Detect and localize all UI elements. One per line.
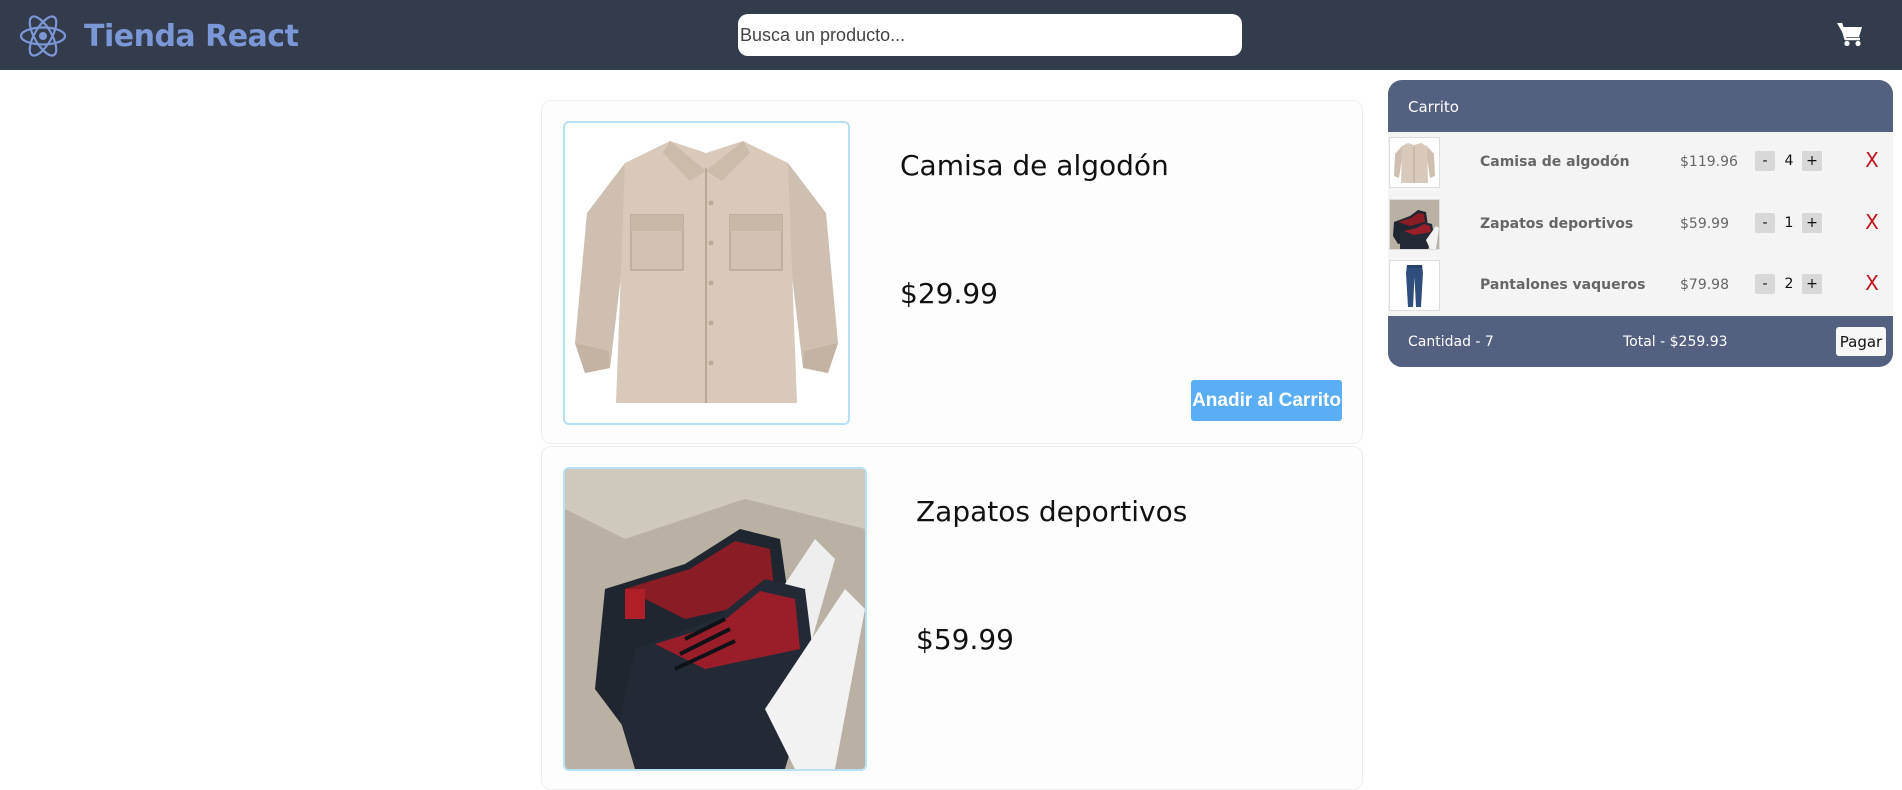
product-card: Camisa de algodón $29.99 Anadir al Carri… <box>541 100 1363 444</box>
increase-quantity-button[interactable]: + <box>1802 151 1822 171</box>
cart-item-quantity: 4 <box>1784 153 1794 169</box>
product-price: $59.99 <box>916 623 1014 656</box>
cart-header: Carrito <box>1388 80 1893 132</box>
remove-item-button[interactable]: X <box>1861 271 1883 295</box>
product-name: Zapatos deportivos <box>916 495 1188 528</box>
cart-item-quantity: 2 <box>1784 276 1794 292</box>
cart-item-row: Zapatos deportivos $59.99 - 1 + X <box>1388 194 1893 256</box>
decrease-quantity-button[interactable]: - <box>1755 274 1775 294</box>
product-image-sneakers <box>563 467 867 771</box>
cart-footer: Cantidad - 7 Total - $259.93 Pagar <box>1388 316 1893 367</box>
cart-item-name: Camisa de algodón <box>1480 154 1630 170</box>
product-name: Camisa de algodón <box>900 149 1169 182</box>
remove-item-button[interactable]: X <box>1861 210 1883 234</box>
react-atom-icon <box>19 15 67 57</box>
remove-item-button[interactable]: X <box>1861 148 1883 172</box>
brand[interactable]: Tienda React <box>18 14 299 58</box>
cart-item-row: Camisa de algodón $119.96 - 4 + X <box>1388 132 1893 194</box>
cart-item-price: $119.96 <box>1680 154 1738 170</box>
cart-item-price: $59.99 <box>1680 216 1729 232</box>
cart-item-thumbnail <box>1389 260 1440 311</box>
pay-button[interactable]: Pagar <box>1836 327 1886 356</box>
cart-item-price: $79.98 <box>1680 277 1729 293</box>
product-image-shirt <box>563 121 850 425</box>
increase-quantity-button[interactable]: + <box>1802 274 1822 294</box>
cart-item-row: Pantalones vaqueros $79.98 - 2 + X <box>1388 255 1893 317</box>
cart-panel: Carrito Camisa de algodón $119.96 - 4 + … <box>1388 80 1893 367</box>
cart-item-quantity: 1 <box>1784 215 1794 231</box>
cart-title: Carrito <box>1408 98 1459 116</box>
shopping-cart-icon <box>1837 22 1862 47</box>
cart-total: Total - $259.93 <box>1623 334 1728 350</box>
increase-quantity-button[interactable]: + <box>1802 213 1822 233</box>
cart-item-thumbnail <box>1389 199 1440 250</box>
add-to-cart-button[interactable]: Anadir al Carrito <box>1191 380 1342 421</box>
cart-button[interactable] <box>1836 20 1864 48</box>
product-card: Zapatos deportivos $59.99 <box>541 446 1363 790</box>
decrease-quantity-button[interactable]: - <box>1755 151 1775 171</box>
cart-item-name: Pantalones vaqueros <box>1480 277 1646 293</box>
decrease-quantity-button[interactable]: - <box>1755 213 1775 233</box>
cart-quantity-summary: Cantidad - 7 <box>1408 334 1494 350</box>
navbar: Tienda React <box>0 0 1902 70</box>
search-input[interactable] <box>738 14 1242 56</box>
cart-item-thumbnail <box>1389 137 1440 188</box>
brand-title: Tienda React <box>84 18 299 54</box>
cart-item-name: Zapatos deportivos <box>1480 216 1634 232</box>
product-price: $29.99 <box>900 277 998 310</box>
